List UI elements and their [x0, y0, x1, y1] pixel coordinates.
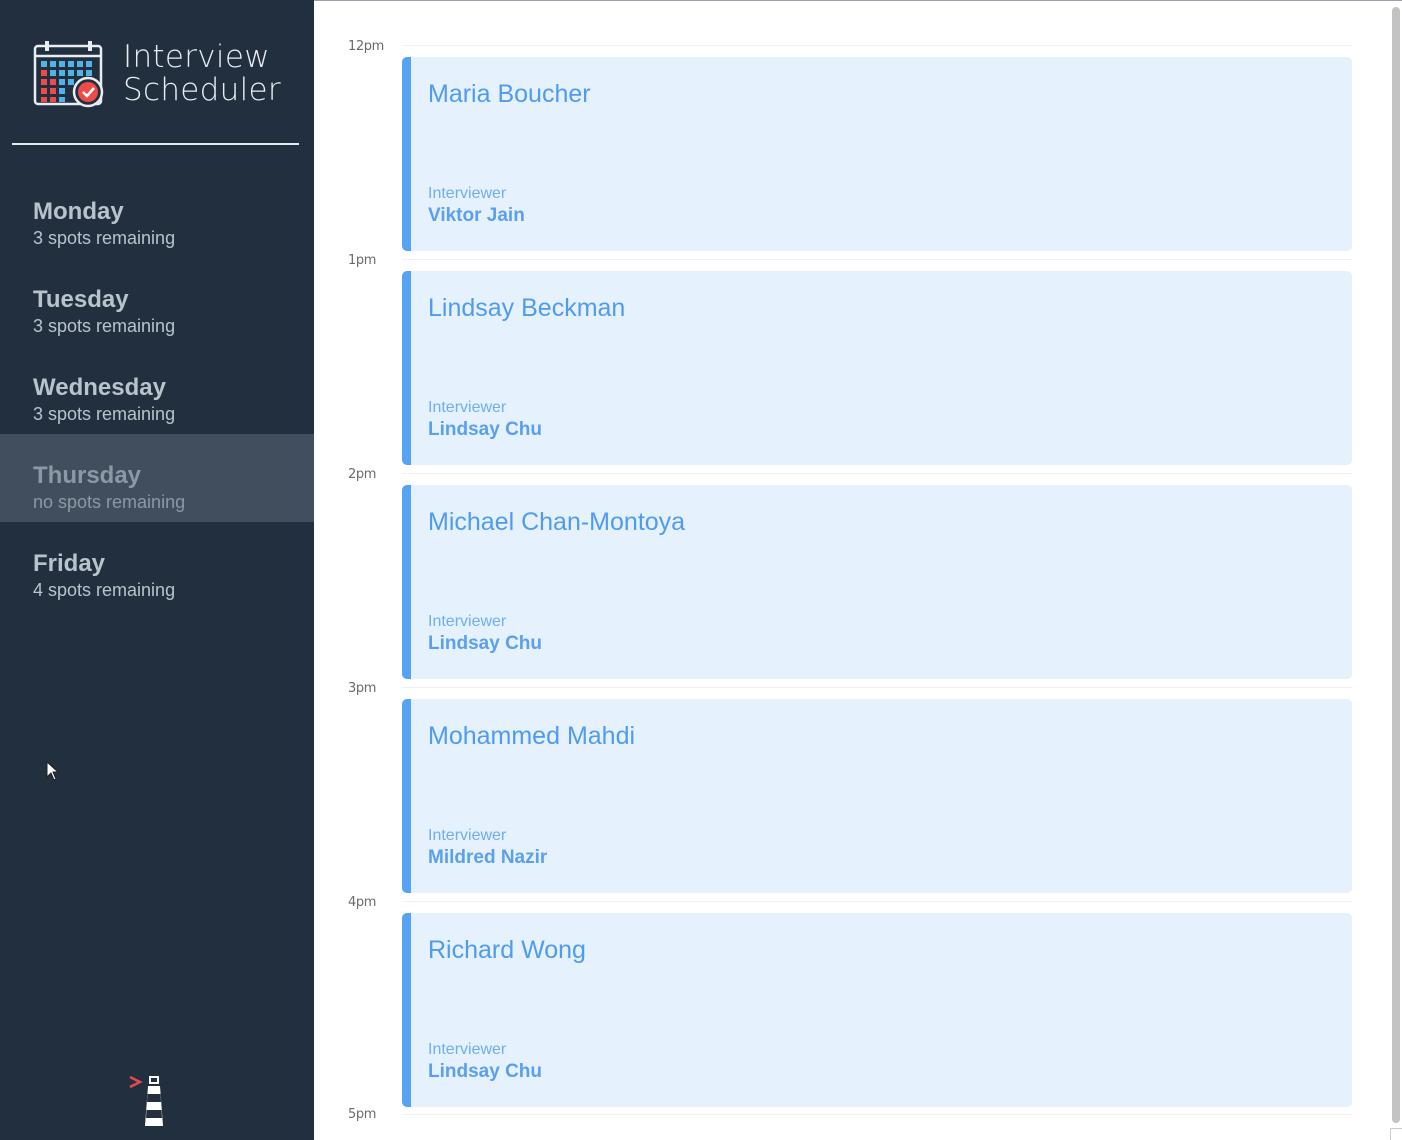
sidebar-divider [12, 143, 299, 145]
student-name: Mohammed Mahdi [428, 722, 636, 750]
day-name: Monday [33, 198, 124, 225]
calendar-icon [33, 41, 104, 108]
student-name: Lindsay Beckman [428, 294, 626, 322]
slot-time: 1pm [348, 253, 376, 268]
day-name: Friday [33, 550, 106, 577]
time-slot: 1pm Lindsay Beckman Interviewer Lindsay … [348, 253, 1352, 467]
day-spots: 3 spots remaining [33, 316, 176, 336]
brand-logo: Interview Scheduler [33, 40, 281, 108]
mouse-cursor-icon [46, 761, 60, 781]
interviewer-label: Interviewer [428, 1041, 507, 1058]
appointment-card[interactable]: Richard Wong Interviewer Lindsay Chu [402, 913, 1352, 1107]
day-list: Monday 3 spots remaining Tuesday 3 spots… [0, 170, 314, 610]
interviewer-name: Lindsay Chu [428, 1061, 543, 1082]
slot-divider [402, 687, 1352, 688]
student-name: Richard Wong [428, 936, 586, 964]
lighthouse-logo-icon [129, 1075, 163, 1126]
end-time-label: 5pm [348, 1107, 376, 1122]
appointment-timeline: 12pm Maria Boucher Interviewer Viktor Ja… [348, 39, 1352, 1109]
day-name: Tuesday [33, 286, 129, 313]
sidebar: Interview Scheduler Monday 3 spots remai… [0, 0, 314, 1140]
day-spots: 3 spots remaining [33, 404, 176, 424]
day-item-wednesday[interactable]: Wednesday 3 spots remaining [0, 346, 314, 434]
interviewer-label: Interviewer [428, 399, 507, 416]
vertical-scrollbar[interactable] [1392, 7, 1400, 1123]
slot-divider [402, 1114, 1352, 1115]
day-item-friday[interactable]: Friday 4 spots remaining [0, 522, 314, 610]
student-name: Michael Chan-Montoya [428, 508, 686, 536]
day-name: Thursday [33, 462, 142, 489]
interviewer-label: Interviewer [428, 185, 507, 202]
time-slot: 2pm Michael Chan-Montoya Interviewer Lin… [348, 467, 1352, 681]
app-title-line2: Scheduler [123, 72, 281, 108]
interviewer-name: Mildred Nazir [428, 847, 548, 868]
schedule-panel: 12pm Maria Boucher Interviewer Viktor Ja… [314, 0, 1402, 1140]
slot-time: 3pm [348, 681, 376, 696]
interviewer-label: Interviewer [428, 613, 507, 630]
app-title-line1: Interview [123, 39, 270, 75]
day-name: Wednesday [33, 374, 166, 401]
time-slot: 4pm Richard Wong Interviewer Lindsay Chu [348, 895, 1352, 1109]
interviewer-label: Interviewer [428, 827, 507, 844]
day-spots: 4 spots remaining [33, 580, 176, 600]
interviewer-name: Lindsay Chu [428, 633, 543, 654]
slot-divider [402, 259, 1352, 260]
day-item-thursday[interactable]: Thursday no spots remaining [0, 434, 314, 522]
slot-divider [402, 45, 1352, 46]
student-name: Maria Boucher [428, 80, 591, 108]
day-spots: no spots remaining [33, 492, 186, 512]
slot-divider [402, 473, 1352, 474]
time-slot: 12pm Maria Boucher Interviewer Viktor Ja… [348, 39, 1352, 253]
appointment-card[interactable]: Maria Boucher Interviewer Viktor Jain [402, 57, 1352, 251]
app-title: Interview Scheduler [123, 41, 281, 107]
appointment-card[interactable]: Mohammed Mahdi Interviewer Mildred Nazir [402, 699, 1352, 893]
day-item-tuesday[interactable]: Tuesday 3 spots remaining [0, 258, 314, 346]
slot-time: 4pm [348, 895, 376, 910]
day-item-monday[interactable]: Monday 3 spots remaining [0, 170, 314, 258]
appointment-card[interactable]: Michael Chan-Montoya Interviewer Lindsay… [402, 485, 1352, 679]
interviewer-name: Viktor Jain [428, 205, 525, 226]
day-spots: 3 spots remaining [33, 228, 176, 248]
slot-time: 2pm [348, 467, 376, 482]
interviewer-name: Lindsay Chu [428, 419, 543, 440]
appointment-card[interactable]: Lindsay Beckman Interviewer Lindsay Chu [402, 271, 1352, 465]
time-slot: 3pm Mohammed Mahdi Interviewer Mildred N… [348, 681, 1352, 895]
slot-time: 12pm [348, 39, 384, 54]
scrollbar-corner [1390, 1128, 1402, 1140]
slot-divider [402, 901, 1352, 902]
